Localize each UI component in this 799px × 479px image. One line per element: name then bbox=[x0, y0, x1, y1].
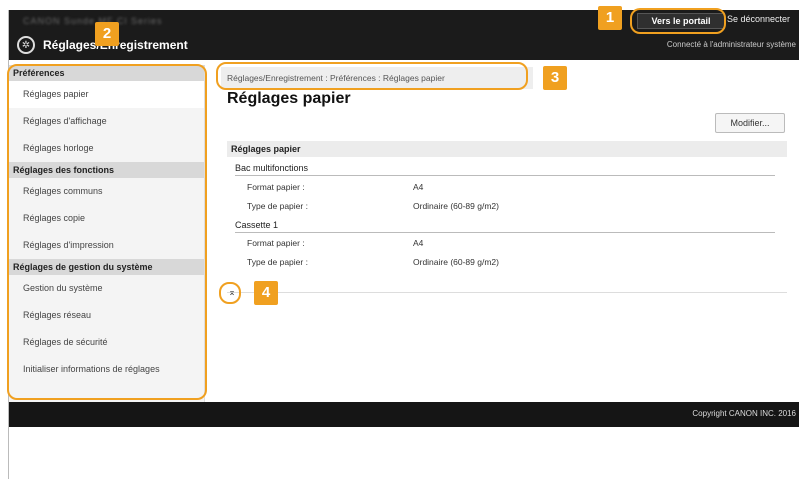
callout-ring-4 bbox=[219, 282, 241, 304]
row-label: Type de papier : bbox=[247, 257, 308, 267]
callout-ring-1 bbox=[630, 8, 726, 34]
row-value: Ordinaire (60-89 g/m2) bbox=[413, 201, 499, 211]
admin-status: Connecté à l'administrateur système bbox=[666, 40, 796, 49]
row-value: A4 bbox=[413, 182, 424, 192]
callout-badge-1: 1 bbox=[598, 6, 622, 30]
gear-icon: ✲ bbox=[17, 36, 35, 54]
screenshot-frame: CANON Sunde MF Cl Series Vers le portail… bbox=[0, 0, 799, 479]
row-label: Format papier : bbox=[247, 182, 305, 192]
callout-ring-2 bbox=[7, 64, 207, 400]
section-header: Réglages papier bbox=[227, 141, 787, 157]
device-name: CANON Sunde MF Cl Series bbox=[23, 16, 163, 26]
footer-bar: Copyright CANON INC. 2016 bbox=[9, 402, 799, 427]
row-label: Format papier : bbox=[247, 238, 305, 248]
callout-badge-3: 3 bbox=[543, 66, 567, 90]
copyright: Copyright CANON INC. 2016 bbox=[692, 409, 796, 418]
group-title-cassette-1: Cassette 1 bbox=[235, 220, 279, 230]
modify-button[interactable]: Modifier... bbox=[715, 113, 785, 133]
callout-badge-4: 4 bbox=[254, 281, 278, 305]
page-title: Réglages papier bbox=[227, 90, 351, 107]
divider bbox=[235, 232, 775, 233]
divider bbox=[235, 175, 775, 176]
group-title-multipurpose-tray: Bac multifonctions bbox=[235, 163, 309, 173]
row-value: Ordinaire (60-89 g/m2) bbox=[413, 257, 499, 267]
logout-link[interactable]: Se déconnecter bbox=[727, 14, 790, 24]
row-value: A4 bbox=[413, 238, 424, 248]
divider bbox=[227, 292, 787, 293]
callout-badge-2: 2 bbox=[95, 22, 119, 46]
row-label: Type de papier : bbox=[247, 201, 308, 211]
callout-ring-3 bbox=[216, 62, 528, 90]
